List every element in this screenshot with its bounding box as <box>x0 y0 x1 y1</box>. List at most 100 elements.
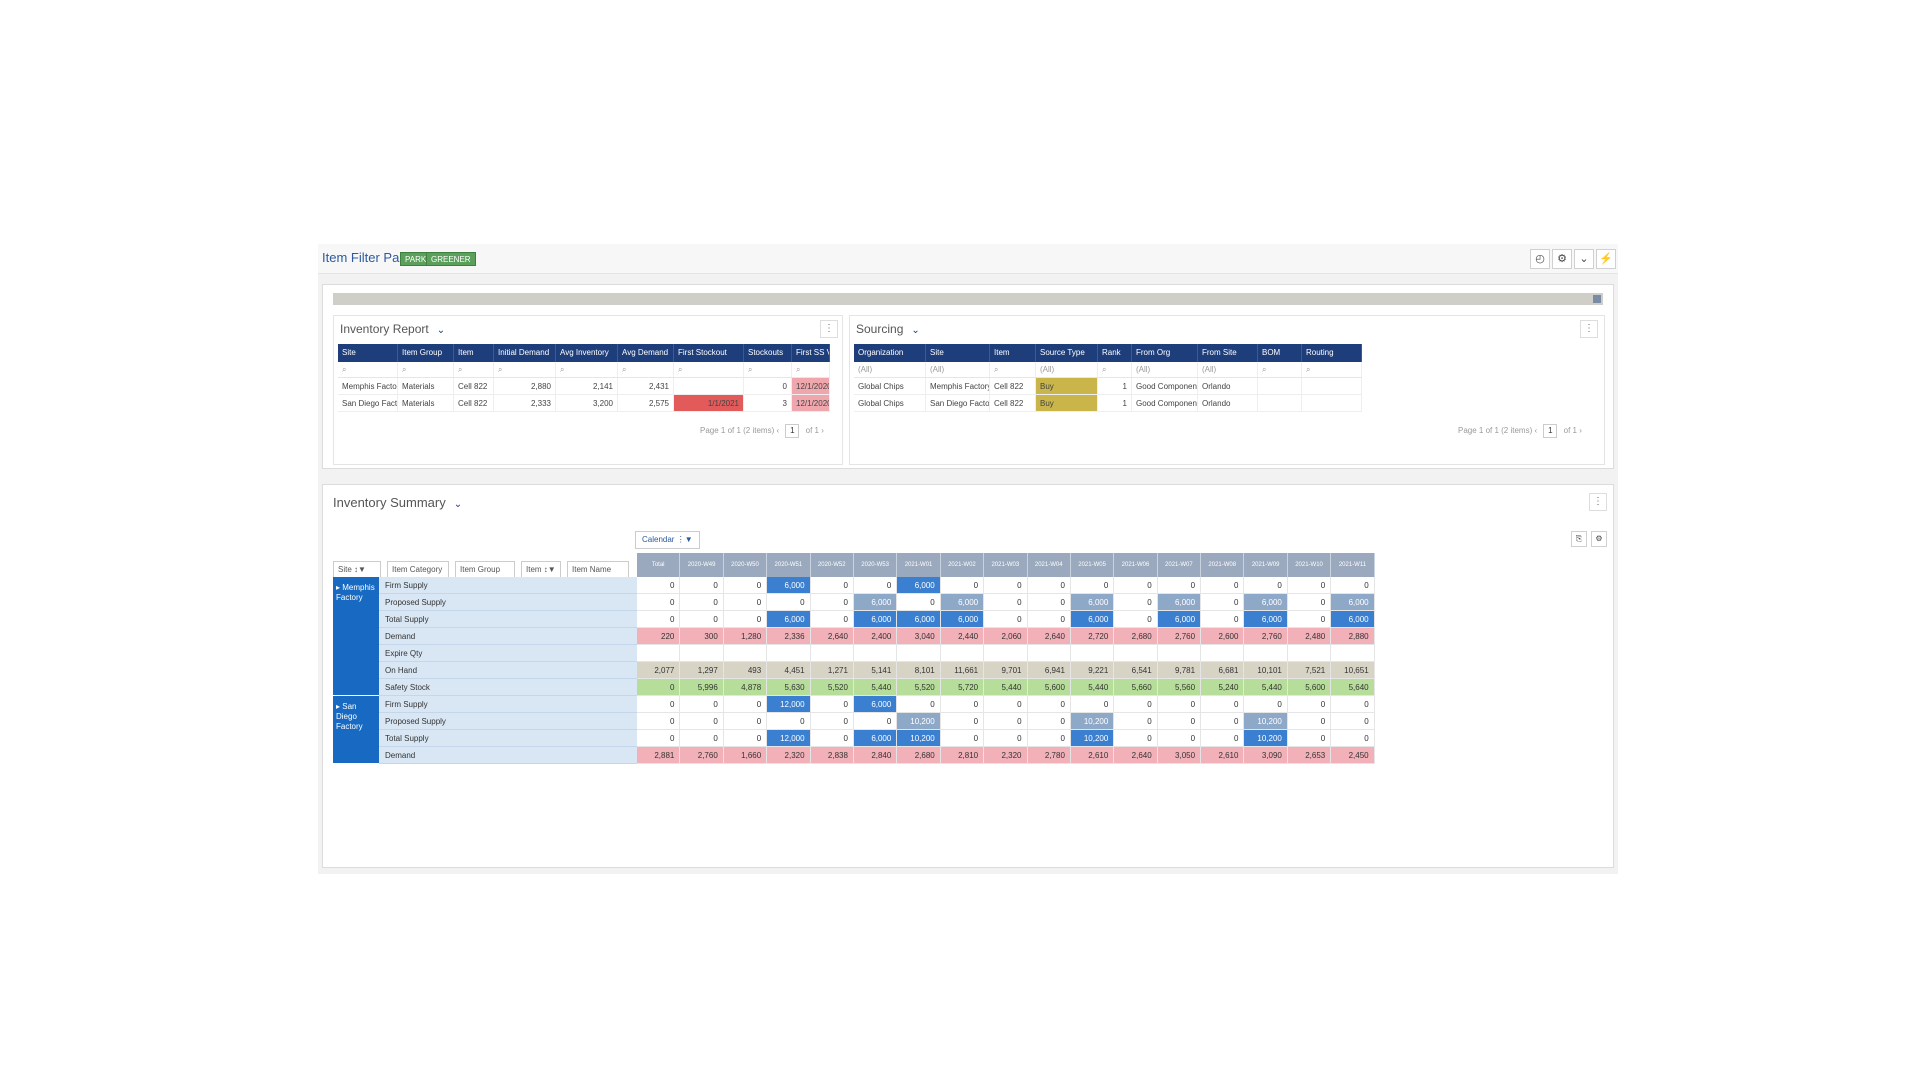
pivot-cell[interactable]: 0 <box>1114 696 1158 713</box>
pivot-cell[interactable]: 2,780 <box>1027 747 1071 764</box>
pivot-cell[interactable]: 2,077 <box>637 662 681 679</box>
pivot-cell[interactable]: 0 <box>984 713 1028 730</box>
column-filter-input[interactable]: ⌕ <box>674 362 744 377</box>
period-column-header[interactable]: 2021-W04 <box>1027 553 1071 577</box>
pivot-cell[interactable] <box>1287 645 1332 662</box>
pivot-cell[interactable]: 0 <box>1027 577 1071 594</box>
period-column-header[interactable]: 2021-W01 <box>897 553 941 577</box>
pivot-cell[interactable] <box>1114 645 1158 662</box>
inventory-summary-title[interactable]: Inventory Summary ⌄ <box>333 495 462 510</box>
pivot-cell[interactable]: 0 <box>637 730 681 747</box>
export-icon[interactable]: ⎘ <box>1571 531 1587 547</box>
pivot-cell[interactable]: 6,000 <box>767 577 811 594</box>
column-filter-input[interactable]: ⌕ <box>1258 362 1302 377</box>
pivot-cell[interactable]: 10,200 <box>1070 730 1115 747</box>
column-filter-input[interactable]: ⌕ <box>744 362 792 377</box>
pivot-cell[interactable]: 0 <box>1201 730 1245 747</box>
pivot-cell[interactable]: 6,000 <box>1157 594 1202 611</box>
pivot-cell[interactable]: 4,451 <box>767 662 811 679</box>
pivot-cell[interactable]: 2,640 <box>810 628 854 645</box>
column-header[interactable]: Avg Demand <box>618 344 674 362</box>
pivot-cell[interactable] <box>1070 645 1115 662</box>
table-row[interactable]: Memphis Factory Materials Cell 822 2,880 2,1… <box>338 378 830 395</box>
pivot-cell[interactable]: 0 <box>1157 696 1202 713</box>
pivot-cell[interactable]: 0 <box>1331 713 1375 730</box>
pivot-cell[interactable]: 12,000 <box>767 730 811 747</box>
pivot-cell[interactable]: 2,760 <box>1244 628 1288 645</box>
pivot-cell[interactable]: 6,000 <box>1244 611 1288 628</box>
pivot-cell[interactable]: 2,320 <box>984 747 1028 764</box>
pivot-cell[interactable]: 6,000 <box>897 611 941 628</box>
pivot-cell[interactable]: 1,297 <box>680 662 724 679</box>
pivot-cell[interactable]: 2,400 <box>853 628 898 645</box>
pivot-cell[interactable]: 0 <box>637 577 681 594</box>
pivot-cell[interactable]: 5,520 <box>897 679 941 696</box>
pivot-cell[interactable]: 6,000 <box>853 696 898 713</box>
pivot-cell[interactable]: 0 <box>984 730 1028 747</box>
pivot-cell[interactable]: 2,060 <box>984 628 1028 645</box>
column-filter-input[interactable]: ⌕ <box>1098 362 1132 377</box>
pivot-cell[interactable]: 4,878 <box>723 679 768 696</box>
pivot-cell[interactable]: 0 <box>1201 696 1245 713</box>
pivot-cell[interactable]: 6,000 <box>853 611 898 628</box>
pivot-cell[interactable]: 6,000 <box>1157 611 1202 628</box>
pivot-cell[interactable]: 2,653 <box>1287 747 1332 764</box>
column-header[interactable]: BOM <box>1258 344 1302 362</box>
pivot-cell[interactable] <box>680 645 724 662</box>
pivot-cell[interactable]: 2,610 <box>1070 747 1115 764</box>
column-filter-input[interactable]: ⌕ <box>792 362 830 377</box>
pivot-cell[interactable]: 2,760 <box>680 747 724 764</box>
pivot-cell[interactable]: 2,480 <box>1287 628 1332 645</box>
pivot-cell[interactable]: 2,450 <box>1331 747 1375 764</box>
pivot-cell[interactable] <box>723 645 768 662</box>
pivot-cell[interactable]: 0 <box>1027 730 1071 747</box>
pivot-cell[interactable]: 1,271 <box>810 662 854 679</box>
pivot-cell[interactable] <box>1244 645 1288 662</box>
column-filter-input[interactable]: ⌕ <box>338 362 398 377</box>
pivot-cell[interactable]: 0 <box>1114 713 1158 730</box>
pivot-cell[interactable]: 2,680 <box>1114 628 1158 645</box>
table-row[interactable]: San Diego FactoryMaterialsCell 8222,3333… <box>338 395 830 412</box>
pivot-cell[interactable]: 0 <box>984 577 1028 594</box>
pivot-cell[interactable]: 6,681 <box>1201 662 1245 679</box>
pivot-cell[interactable]: 0 <box>810 577 854 594</box>
pivot-cell[interactable]: 0 <box>984 611 1028 628</box>
pivot-cell[interactable]: 5,440 <box>1244 679 1288 696</box>
pivot-cell[interactable]: 0 <box>810 730 854 747</box>
pivot-cell[interactable]: 2,640 <box>1027 628 1071 645</box>
column-header[interactable]: Avg Inventory <box>556 344 618 362</box>
pivot-cell[interactable]: 0 <box>1027 696 1071 713</box>
pivot-cell[interactable]: 0 <box>723 696 768 713</box>
column-header[interactable]: Organization <box>854 344 926 362</box>
pivot-cell[interactable]: 0 <box>984 594 1028 611</box>
prev-page-icon[interactable]: ‹ <box>777 426 780 435</box>
pivot-cell[interactable] <box>897 645 941 662</box>
column-header[interactable]: Source Type <box>1036 344 1098 362</box>
pivot-cell[interactable]: 5,520 <box>810 679 854 696</box>
pivot-cell[interactable]: 0 <box>1331 696 1375 713</box>
pivot-cell[interactable]: 6,000 <box>897 577 941 594</box>
pivot-cell[interactable]: 0 <box>1157 577 1202 594</box>
more-options-icon[interactable]: ⋮ <box>1589 493 1607 511</box>
pivot-cell[interactable]: 493 <box>723 662 768 679</box>
pivot-cell[interactable]: 9,781 <box>1157 662 1202 679</box>
more-options-icon[interactable]: ⋮ <box>1580 320 1598 338</box>
column-filter-input[interactable]: ⌕ <box>1302 362 1362 377</box>
sourcing-title[interactable]: Sourcing ⌄ <box>856 322 920 336</box>
column-filter-input[interactable]: (All) <box>1036 362 1098 377</box>
pivot-cell[interactable]: 0 <box>680 730 724 747</box>
column-header[interactable]: Site <box>338 344 398 362</box>
pivot-cell[interactable]: 7,521 <box>1287 662 1332 679</box>
period-column-header[interactable]: 2020-W52 <box>810 553 854 577</box>
pivot-cell[interactable]: 0 <box>810 611 854 628</box>
pivot-cell[interactable]: 0 <box>810 594 854 611</box>
pivot-cell[interactable]: 0 <box>940 577 985 594</box>
period-column-header[interactable]: 2021-W05 <box>1070 553 1115 577</box>
pivot-cell[interactable] <box>984 645 1028 662</box>
pivot-cell[interactable]: 10,200 <box>1244 713 1288 730</box>
pivot-cell[interactable]: 3,050 <box>1157 747 1202 764</box>
pivot-cell[interactable]: 0 <box>723 611 768 628</box>
pivot-cell[interactable]: 6,000 <box>940 611 985 628</box>
pivot-cell[interactable]: 0 <box>1114 577 1158 594</box>
page-input[interactable]: 1 <box>785 424 800 438</box>
